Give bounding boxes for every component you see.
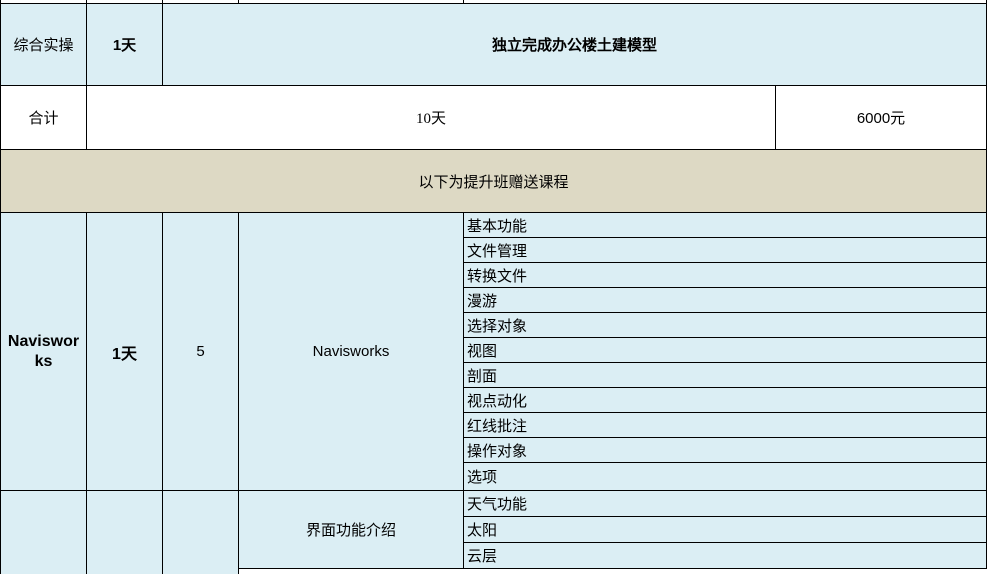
grid-line: [86, 212, 87, 574]
next-duration: [87, 491, 162, 574]
next-hours: [163, 491, 238, 574]
grid-line: [775, 85, 776, 150]
grid-line: [986, 0, 987, 569]
topic-item: 选择对象: [464, 313, 986, 337]
grid-line: [464, 287, 987, 288]
total-days: 10天: [87, 86, 775, 149]
grid-line: [0, 149, 987, 150]
grid-line: [464, 542, 987, 543]
grid-line: [463, 0, 464, 4]
grid-line: [162, 0, 163, 86]
grid-line: [0, 3, 987, 4]
grid-line: [464, 412, 987, 413]
grid-line: [86, 0, 87, 150]
grid-line: [0, 212, 987, 213]
grid-line: [464, 337, 987, 338]
next-category: [1, 491, 86, 574]
navisworks-hours: 5: [163, 213, 238, 490]
topic-item: 天气功能: [464, 491, 986, 516]
topic-item: 选项: [464, 463, 986, 490]
grid-line: [238, 0, 239, 4]
navisworks-duration: 1天: [87, 213, 162, 490]
grid-line: [464, 516, 987, 517]
navisworks-module: Navisworks: [239, 213, 463, 490]
topic-item: 视图: [464, 338, 986, 362]
next-module: 界面功能介绍: [239, 491, 463, 568]
topic-item: 视点动化: [464, 388, 986, 412]
grid-line: [162, 212, 163, 574]
grid-line: [238, 212, 239, 574]
total-label: 合计: [1, 86, 86, 149]
topic-item: 红线批注: [464, 413, 986, 437]
grid-line: [464, 312, 987, 313]
grid-line: [464, 462, 987, 463]
grid-line: [464, 437, 987, 438]
grid-line: [0, 0, 1, 574]
practice-category: 综合实操: [1, 4, 86, 85]
topic-item: 转换文件: [464, 263, 986, 287]
navisworks-category: Navisworks: [1, 213, 86, 490]
topic-item: 漫游: [464, 288, 986, 312]
topic-item: 云层: [464, 543, 986, 568]
grid-line: [0, 85, 987, 86]
grid-line: [0, 490, 987, 491]
practice-content: 独立完成办公楼土建模型: [163, 4, 986, 85]
topic-item: 基本功能: [464, 213, 986, 237]
grid-line: [464, 387, 987, 388]
total-price: 6000元: [776, 86, 986, 149]
topic-item: 太阳: [464, 517, 986, 542]
grid-line: [463, 212, 464, 569]
topic-item: 操作对象: [464, 438, 986, 462]
topic-item: 剖面: [464, 363, 986, 387]
topic-item: 文件管理: [464, 238, 986, 262]
grid-line: [464, 237, 987, 238]
bonus-header: 以下为提升班赠送课程: [1, 150, 986, 212]
grid-line: [464, 362, 987, 363]
grid-line: [464, 262, 987, 263]
grid-line: [239, 568, 987, 569]
practice-duration: 1天: [87, 4, 162, 85]
